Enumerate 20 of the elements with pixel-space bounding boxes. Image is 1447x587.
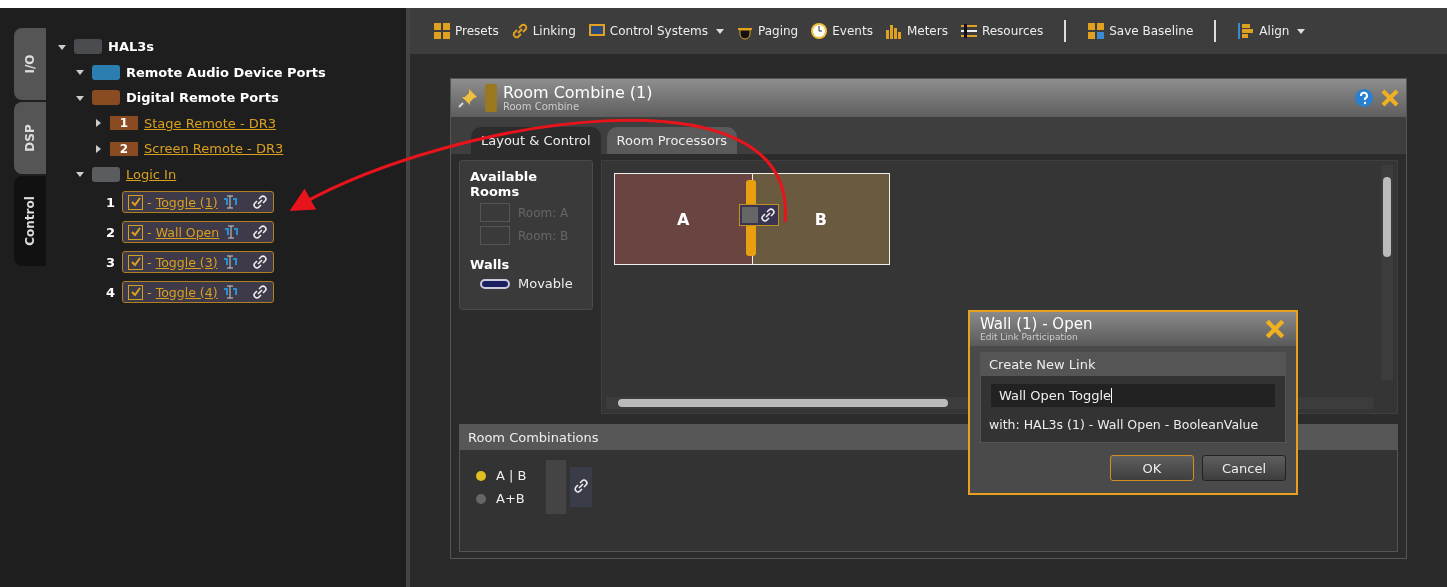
dialog-title: Wall (1) - Open [980, 316, 1093, 333]
dash: - [147, 284, 152, 300]
window-subtitle: Room Combine [503, 101, 581, 113]
section-heading: Create New Link [981, 353, 1285, 377]
dash: - [147, 254, 152, 270]
wall-type: Movable [518, 276, 573, 291]
port-number: 2 [110, 141, 138, 156]
combination-label: A+B [496, 491, 525, 506]
row-number: 1 [106, 194, 116, 210]
dash: - [147, 194, 152, 210]
row-number: 3 [106, 254, 116, 270]
dash: - [147, 224, 152, 240]
port-number: 1 [110, 116, 138, 131]
window-title: Room Combine (1) [503, 83, 653, 102]
panel-heading: Walls [470, 257, 511, 272]
row-number: 4 [106, 284, 116, 300]
dialog-subtitle: Edit Link Participation [980, 332, 1078, 343]
panel-heading: Available Rooms [470, 169, 539, 199]
row-number: 2 [106, 224, 116, 240]
combination-label: A | B [496, 468, 527, 483]
